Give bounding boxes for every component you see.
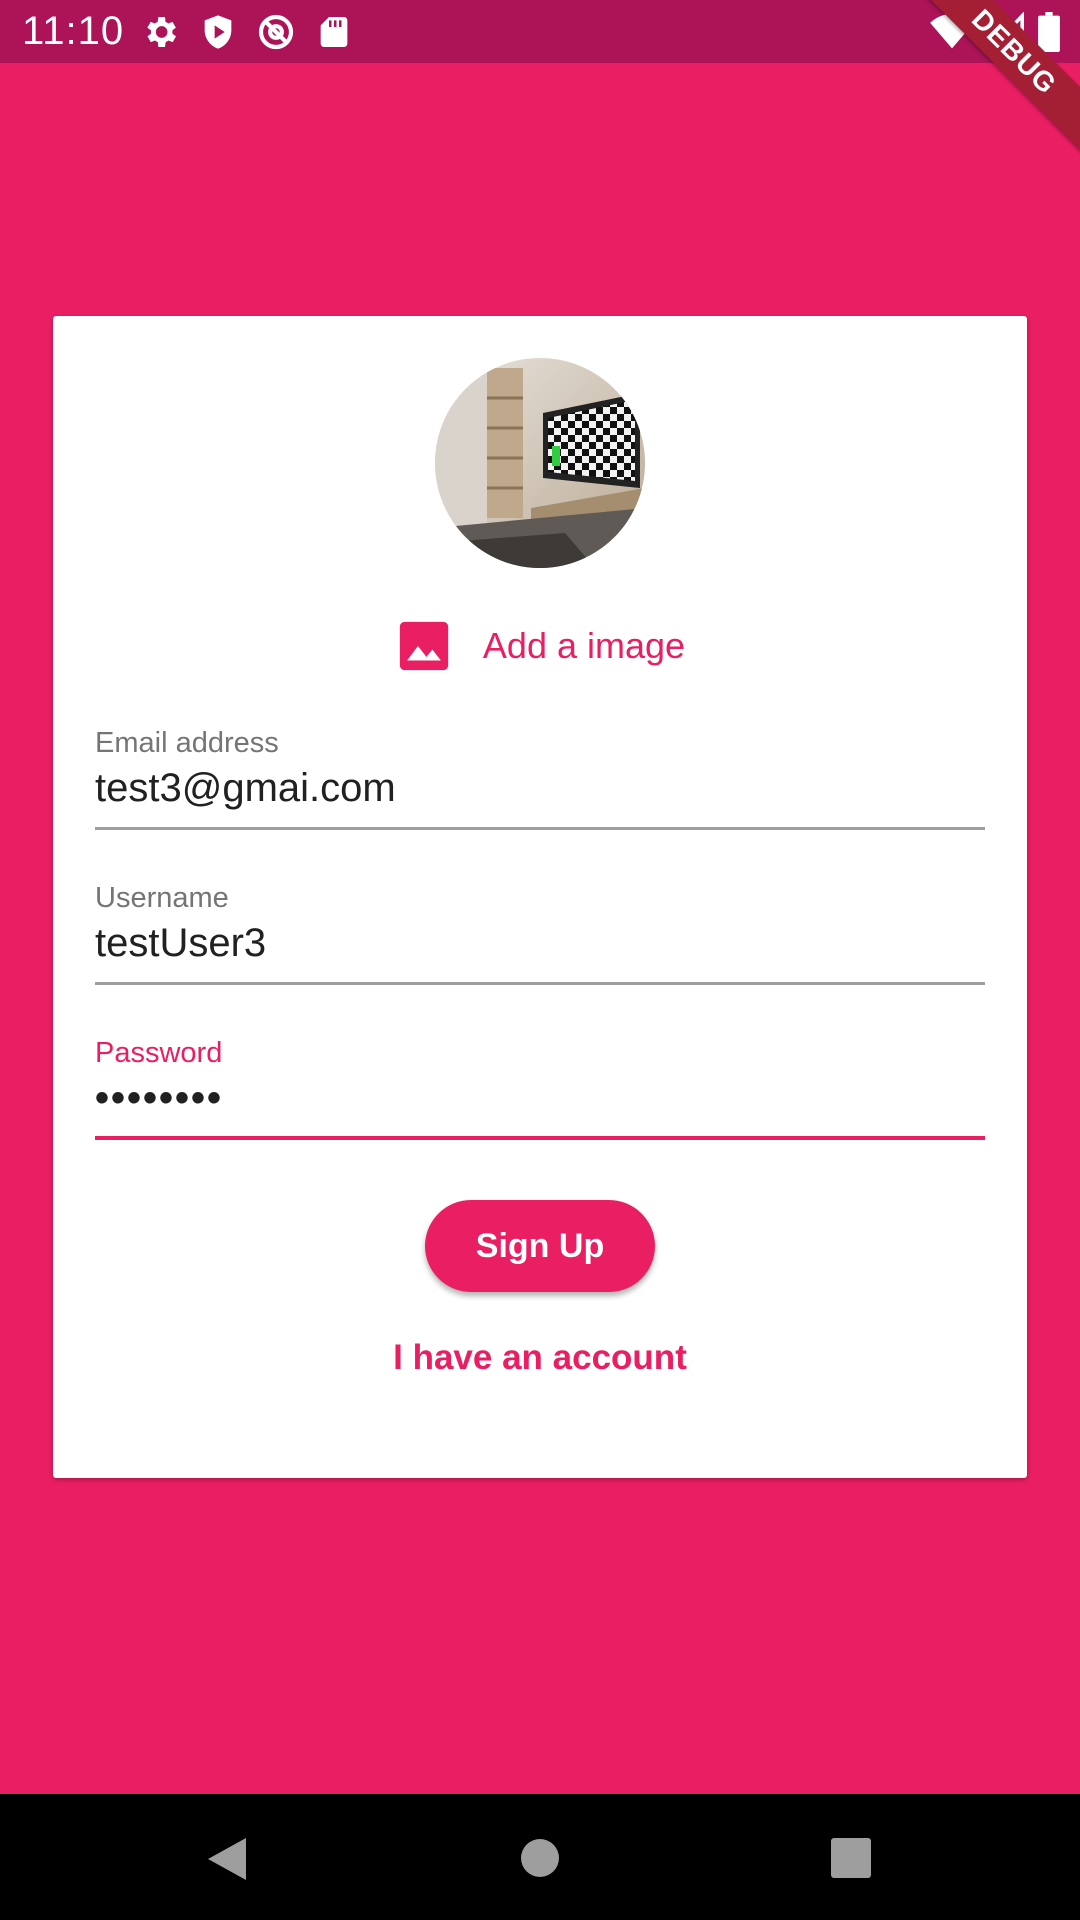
add-image-button[interactable]: Add a image: [53, 606, 1027, 686]
email-field[interactable]: Email address test3@gmai.com: [95, 726, 985, 830]
room-photo: [435, 358, 645, 568]
username-value[interactable]: testUser3: [95, 919, 985, 967]
password-value[interactable]: ••••••••: [95, 1074, 985, 1122]
password-field[interactable]: Password ••••••••: [95, 1036, 985, 1140]
image-icon: [395, 617, 453, 675]
username-underline: [95, 982, 985, 985]
password-label: Password: [95, 1037, 223, 1069]
avatar[interactable]: [435, 358, 645, 568]
status-time: 11:10: [22, 9, 125, 53]
battery-icon: [1038, 12, 1060, 52]
gear-icon: [140, 12, 180, 52]
navigation-bar: [0, 1794, 1080, 1920]
username-field[interactable]: Username testUser3: [95, 881, 985, 985]
sd-card-icon: [314, 12, 354, 52]
shield-play-icon: [198, 12, 238, 52]
signup-card: Add a image Email address test3@gmai.com…: [53, 316, 1027, 1478]
status-bar: 11:10: [0, 0, 1080, 63]
sign-up-button[interactable]: Sign Up: [425, 1200, 655, 1292]
email-underline: [95, 827, 985, 830]
at-sign-icon: [256, 12, 296, 52]
email-label: Email address: [95, 727, 279, 759]
email-value[interactable]: test3@gmai.com: [95, 764, 985, 812]
status-left-icons: [140, 12, 354, 52]
add-image-label: Add a image: [482, 625, 686, 666]
username-label: Username: [95, 882, 229, 914]
password-underline: [95, 1136, 985, 1140]
have-account-link[interactable]: I have an account: [53, 1336, 1027, 1380]
